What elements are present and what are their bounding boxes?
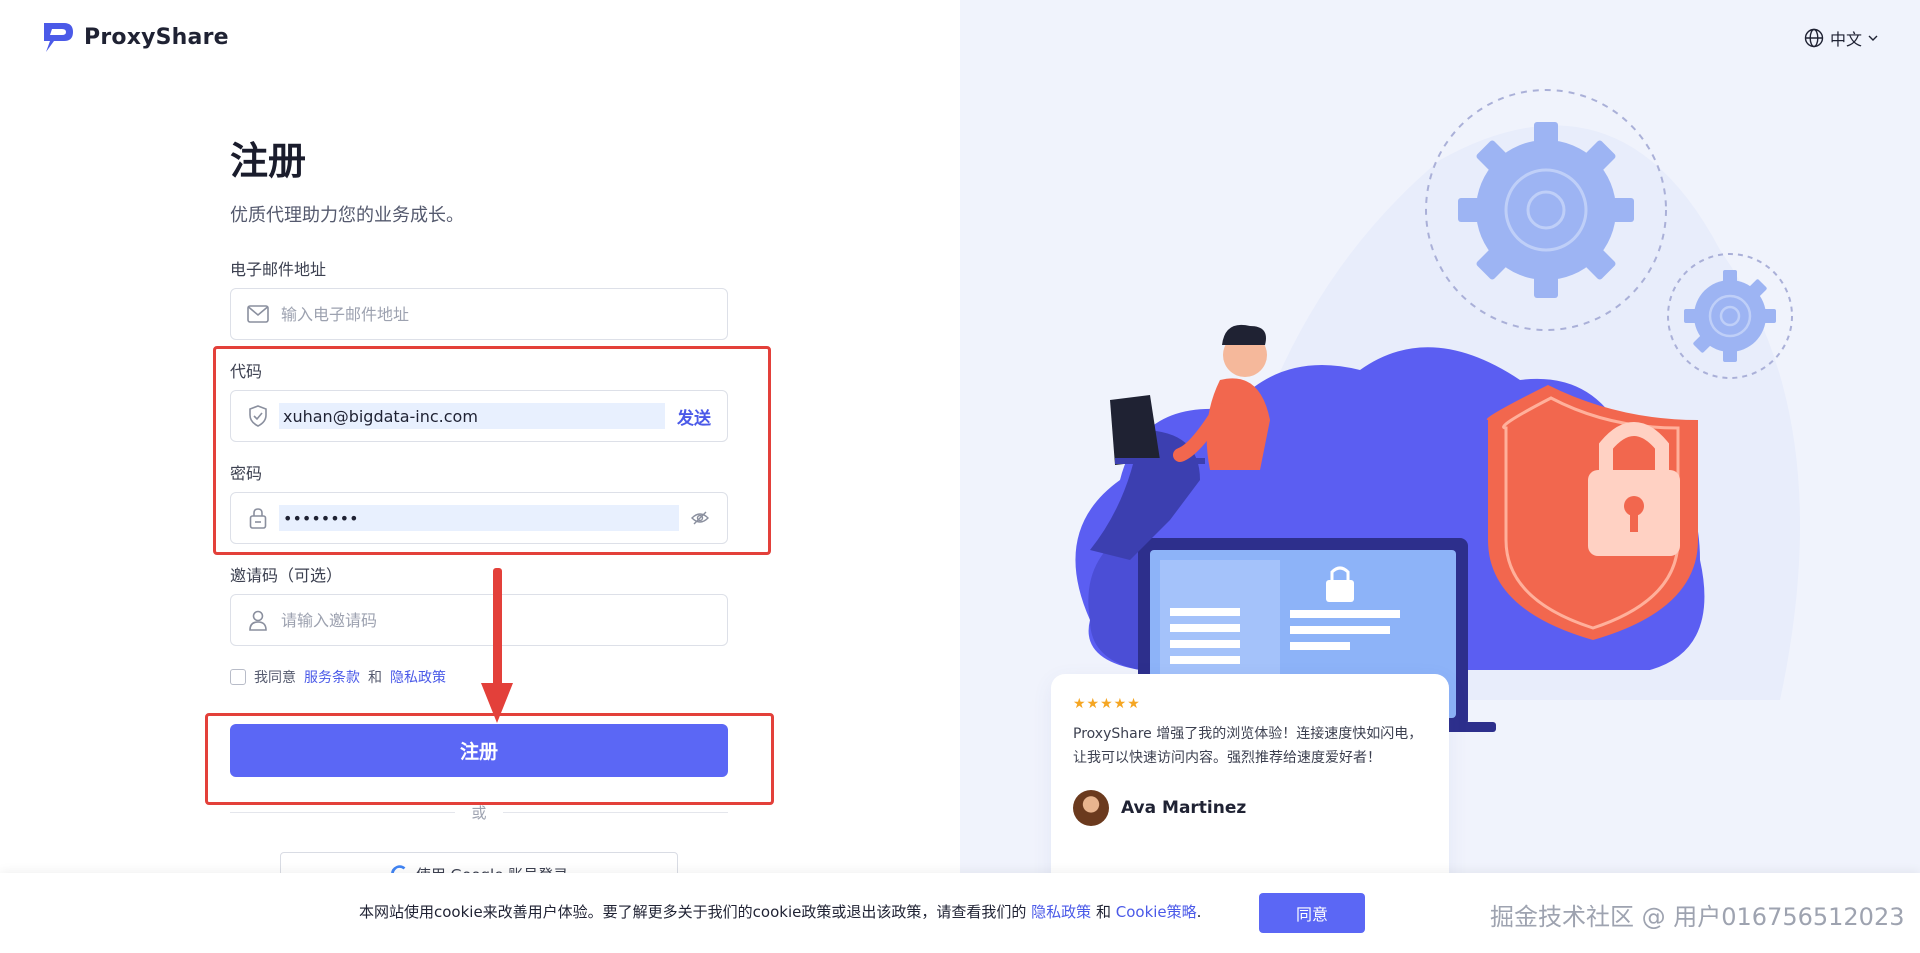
shield-check-icon	[247, 405, 269, 427]
cookie-banner: 本网站使用cookie来改善用户体验。要了解更多关于我们的cookie政策或退出…	[0, 873, 1920, 953]
send-code-button[interactable]: 发送	[677, 404, 711, 429]
user-icon	[247, 609, 269, 631]
email-input[interactable]	[279, 300, 711, 328]
mail-icon	[247, 303, 269, 325]
cookie-text: 本网站使用cookie来改善用户体验。要了解更多关于我们的cookie政策或退出…	[359, 903, 1027, 921]
email-field[interactable]	[230, 288, 728, 340]
cookie-agree-button[interactable]: 同意	[1259, 893, 1365, 933]
code-label: 代码	[230, 362, 263, 381]
terms-link[interactable]: 服务条款	[304, 667, 360, 687]
page-subtitle: 优质代理助力您的业务成长。	[230, 205, 464, 226]
register-button[interactable]: 注册	[230, 724, 728, 777]
reviewer-name: Ava Martinez	[1121, 798, 1247, 818]
rating-stars: ★★★★★	[1073, 696, 1141, 712]
invite-field[interactable]	[230, 594, 728, 646]
privacy-link[interactable]: 隐私政策	[390, 667, 446, 687]
eye-off-icon[interactable]	[689, 507, 711, 529]
terms-checkbox[interactable]	[230, 669, 246, 685]
review-text: ProxyShare 增强了我的浏览体验！连接速度快如闪电，让我可以快速访问内容…	[1073, 726, 1423, 766]
register-form-header: 注册 优质代理助力您的业务成长。	[230, 130, 730, 227]
agree-prefix: 我同意	[254, 670, 296, 686]
password-input[interactable]	[279, 505, 679, 531]
terms-agreement: 我同意 服务条款 和 隐私政策	[230, 667, 446, 687]
right-panel: 中文 ★★★★★ ProxyShare 增强了我的浏览体验！连接速度快如闪电，让…	[960, 0, 1920, 953]
annotation-arrow-head	[481, 683, 513, 723]
cookie-message: 本网站使用cookie来改善用户体验。要了解更多关于我们的cookie政策或退出…	[359, 901, 1201, 922]
invite-label: 邀请码（可选）	[230, 566, 343, 585]
gear-large-icon	[1458, 122, 1634, 298]
proxyshare-logo-icon	[44, 23, 73, 52]
annotation-arrow-shaft	[493, 568, 502, 693]
cookie-privacy-link[interactable]: 隐私政策	[1031, 903, 1091, 921]
password-label: 密码	[230, 464, 263, 483]
watermark: 掘金技术社区 @ 用户016756512023	[1490, 903, 1905, 931]
password-field[interactable]	[230, 492, 728, 544]
cookie-policy-link[interactable]: Cookie策略	[1116, 903, 1197, 921]
code-input[interactable]	[279, 403, 665, 429]
code-field[interactable]: 发送	[230, 390, 728, 442]
lock-icon	[247, 507, 269, 529]
agree-and: 和	[368, 670, 382, 686]
email-label: 电子邮件地址	[230, 260, 327, 279]
brand-name: ProxyShare	[84, 24, 229, 50]
shield-lock-illustration	[1486, 385, 1698, 640]
reviewer: Ava Martinez	[1073, 790, 1246, 826]
brand-logo[interactable]: ProxyShare	[40, 20, 229, 54]
cookie-and: 和	[1095, 903, 1111, 921]
left-panel: ProxyShare 注册 优质代理助力您的业务成长。 电子邮件地址 代码 发送…	[0, 0, 960, 953]
avatar	[1073, 790, 1109, 826]
or-divider: 或	[230, 802, 728, 823]
cookie-period: .	[1196, 903, 1202, 921]
page-title: 注册	[230, 139, 307, 183]
